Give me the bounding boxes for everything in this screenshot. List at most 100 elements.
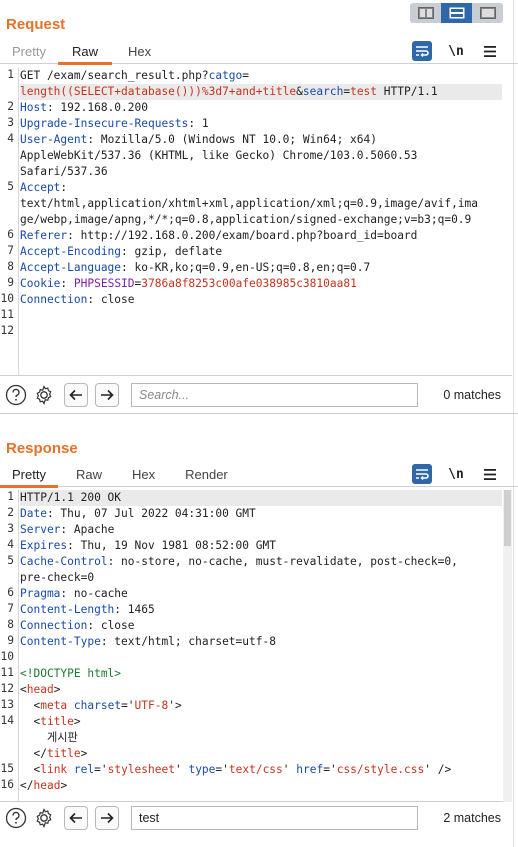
- panel-divider[interactable]: [0, 413, 518, 414]
- line-number: 16: [0, 778, 14, 791]
- arrow-right-icon[interactable]: [95, 383, 119, 407]
- line-number: 6: [7, 586, 14, 599]
- wrap-lines-icon[interactable]: [412, 464, 432, 484]
- code-line: <!DOCTYPE html>: [20, 667, 122, 680]
- response-tabs: Pretty Raw Hex Render \n: [0, 463, 518, 488]
- code-line: Pragma: no-cache: [20, 587, 128, 600]
- code-line: Cookie: PHPSESSID=3786a8f8253c00afe03898…: [20, 277, 357, 290]
- line-number: 2: [7, 506, 14, 519]
- line-number: 7: [7, 244, 14, 257]
- code-line: <title>: [20, 715, 81, 728]
- wrap-lines-icon[interactable]: [412, 41, 432, 61]
- code-line: ge/webp,image/apng,*/*;q=0.8,application…: [20, 213, 472, 226]
- line-number: 13: [0, 698, 14, 711]
- code-line: Connection: close: [20, 293, 135, 306]
- code-line: Server: Apache: [20, 523, 115, 536]
- line-number: 6: [7, 228, 14, 241]
- request-tabs: Pretty Raw Hex \n: [0, 40, 518, 65]
- code-line: </head>: [20, 779, 68, 792]
- line-number: 5: [7, 180, 14, 193]
- line-number: 4: [7, 538, 14, 551]
- request-search-input[interactable]: [131, 383, 418, 407]
- response-match-count: 2 matches: [443, 811, 501, 825]
- code-line: <link rel='stylesheet' type='text/css' h…: [20, 763, 452, 776]
- line-number: 9: [7, 634, 14, 647]
- line-number: 1: [7, 490, 14, 503]
- line-number: 15: [0, 762, 14, 775]
- arrow-right-icon[interactable]: [95, 806, 119, 830]
- tab-hex[interactable]: Hex: [112, 40, 163, 64]
- line-number: 4: [7, 132, 14, 145]
- tab-pretty[interactable]: Pretty: [0, 40, 58, 64]
- code-line: Referer: http://192.168.0.200/exam/board…: [20, 229, 418, 242]
- line-number: 12: [0, 324, 14, 337]
- line-number: 5: [7, 554, 14, 567]
- code-line: Content-Type: text/html; charset=utf-8: [20, 635, 276, 648]
- tab-render[interactable]: Render: [173, 463, 240, 487]
- code-line: User-Agent: Mozilla/5.0 (Windows NT 10.0…: [20, 133, 377, 146]
- line-number: 9: [7, 276, 14, 289]
- side-by-side-icon[interactable]: [410, 3, 441, 23]
- newline-toggle-button[interactable]: \n: [446, 464, 466, 484]
- code-line: <meta charset='UTF-8'>: [20, 699, 182, 712]
- line-number: 10: [0, 292, 14, 305]
- line-number: 2: [7, 100, 14, 113]
- line-number: 3: [7, 116, 14, 129]
- tab-pretty[interactable]: Pretty: [0, 463, 58, 488]
- help-icon[interactable]: [4, 806, 28, 830]
- code-line: Date: Thu, 07 Jul 2022 04:31:00 GMT: [20, 507, 256, 520]
- code-line: </title>: [20, 747, 88, 760]
- tab-raw[interactable]: Raw: [57, 40, 112, 65]
- line-number: 7: [7, 602, 14, 615]
- code-line: Accept:: [20, 181, 68, 194]
- response-scrollbar[interactable]: [503, 490, 512, 802]
- line-number: 1: [7, 68, 14, 81]
- code-line: Upgrade-Insecure-Requests: 1: [20, 117, 209, 130]
- code-line: Host: 192.168.0.200: [20, 101, 148, 114]
- code-line: Expires: Thu, 19 Nov 1981 08:52:00 GMT: [20, 539, 276, 552]
- gear-icon[interactable]: [32, 383, 56, 407]
- single-icon[interactable]: [472, 3, 503, 23]
- scrollbar-thumb[interactable]: [504, 490, 511, 546]
- code-line: Accept-Language: ko-KR,ko;q=0.9,en-US;q=…: [20, 261, 371, 274]
- request-panel: Request Pretty Raw Hex \n 1 2 3 4 5 6 7 …: [0, 0, 518, 423]
- code-line: <head>: [20, 683, 61, 696]
- line-number: 11: [0, 666, 14, 679]
- line-number: 12: [0, 682, 14, 695]
- code-line: Safari/537.36: [20, 165, 108, 178]
- line-number: 10: [0, 650, 14, 663]
- code-line: 게시판: [20, 731, 78, 744]
- code-line: Connection: close: [20, 619, 135, 632]
- code-line-highlighted: length((SELECT+database()))%3d7+and+titl…: [20, 84, 502, 100]
- line-number: 14: [0, 714, 14, 727]
- response-search-bar: 2 matches: [0, 802, 518, 836]
- line-number: 8: [7, 618, 14, 631]
- hamburger-menu-icon[interactable]: [480, 464, 500, 484]
- code-line-highlighted: HTTP/1.1 200 OK: [20, 490, 502, 506]
- response-editor[interactable]: 1 2 3 4 5 6 7 8 9 10 11 12 13 14 15 16 H…: [0, 490, 512, 802]
- line-number: 3: [7, 522, 14, 535]
- newline-toggle-button[interactable]: \n: [446, 41, 466, 61]
- request-match-count: 0 matches: [443, 388, 501, 402]
- response-title: Response: [6, 440, 78, 457]
- code-line: Accept-Encoding: gzip, deflate: [20, 245, 223, 258]
- request-editor[interactable]: 1 2 3 4 5 6 7 8 9 10 11 12 GET /exam/sea…: [0, 68, 512, 376]
- hamburger-menu-icon[interactable]: [480, 41, 500, 61]
- code-line: GET /exam/search_result.php?catgo=: [20, 69, 250, 82]
- help-icon[interactable]: [4, 383, 28, 407]
- request-title: Request: [6, 16, 66, 33]
- arrow-left-icon[interactable]: [64, 383, 88, 407]
- tab-hex[interactable]: Hex: [118, 463, 173, 487]
- tab-raw[interactable]: Raw: [58, 463, 118, 487]
- stacked-icon[interactable]: [441, 3, 472, 23]
- code-line: Content-Length: 1465: [20, 603, 155, 616]
- response-search-input[interactable]: [131, 806, 418, 830]
- code-line: pre-check=0: [20, 571, 95, 584]
- code-line: Cache-Control: no-store, no-cache, must-…: [20, 555, 458, 568]
- gear-icon[interactable]: [32, 806, 56, 830]
- arrow-left-icon[interactable]: [64, 806, 88, 830]
- code-line: text/html,application/xhtml+xml,applicat…: [20, 197, 479, 210]
- code-line: AppleWebKit/537.36 (KHTML, like Gecko) C…: [20, 149, 418, 162]
- layout-toggle: [410, 3, 503, 23]
- line-number: 8: [7, 260, 14, 273]
